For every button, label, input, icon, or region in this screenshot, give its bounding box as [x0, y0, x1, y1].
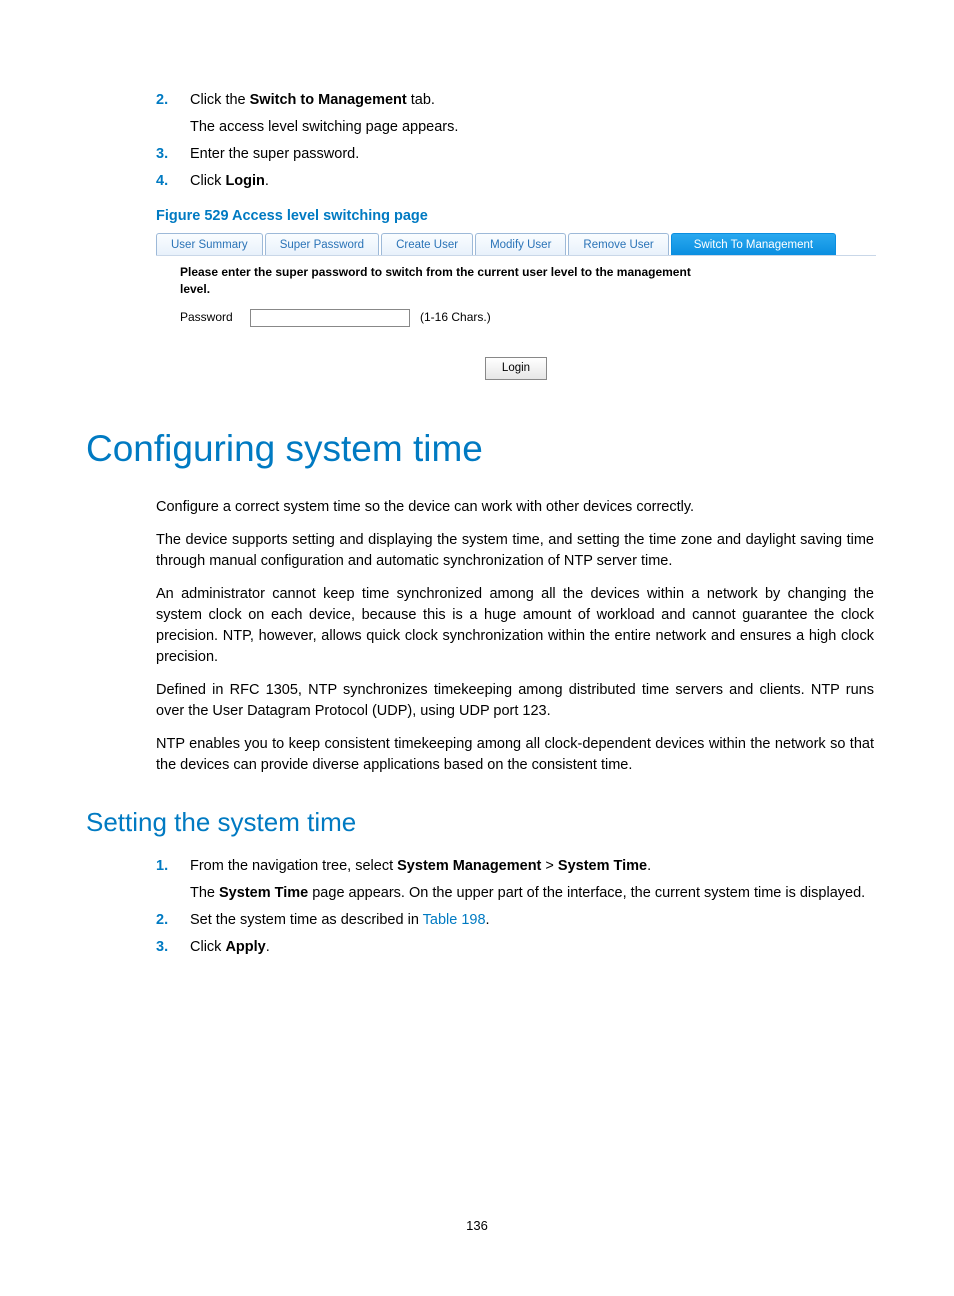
- login-button[interactable]: Login: [485, 357, 547, 380]
- page-number: 136: [0, 1217, 954, 1236]
- step-number: 1.: [156, 856, 190, 904]
- tab-switch-to-management[interactable]: Switch To Management: [671, 233, 836, 255]
- step-text: .: [266, 939, 270, 955]
- step-text: .: [265, 173, 269, 189]
- tab-bar: User Summary Super Password Create User …: [156, 233, 876, 255]
- step-subtext: The access level switching page appears.: [190, 117, 874, 138]
- step-number: 4.: [156, 171, 190, 192]
- step-text: Click: [190, 173, 225, 189]
- step-bold: Apply: [225, 939, 265, 955]
- step-4: 4. Click Login.: [156, 171, 874, 192]
- step-text: >: [541, 858, 558, 874]
- password-row: Password (1-16 Chars.): [180, 309, 876, 327]
- step-1: 1. From the navigation tree, select Syst…: [156, 856, 874, 904]
- tab-create-user[interactable]: Create User: [381, 233, 473, 255]
- tab-remove-user[interactable]: Remove User: [568, 233, 668, 255]
- step-text: .: [486, 912, 490, 928]
- step-number: 3.: [156, 144, 190, 165]
- steps-bottom: 1. From the navigation tree, select Syst…: [156, 856, 874, 958]
- step-bold: Switch to Management: [250, 92, 407, 108]
- step-bold: System Time: [558, 858, 647, 874]
- heading-setting-the-system-time: Setting the system time: [86, 804, 874, 842]
- step-sub-bold: System Time: [219, 885, 308, 901]
- tab-modify-user[interactable]: Modify User: [475, 233, 566, 255]
- step-bold: Login: [225, 173, 264, 189]
- heading-configuring-system-time: Configuring system time: [86, 422, 874, 476]
- step-3: 3. Click Apply.: [156, 937, 874, 958]
- password-input[interactable]: [250, 309, 410, 327]
- step-text: .: [647, 858, 651, 874]
- step-3: 3. Enter the super password.: [156, 144, 874, 165]
- step-bold: System Management: [397, 858, 541, 874]
- step-2: 2. Click the Switch to Management tab. T…: [156, 90, 874, 138]
- step-2: 2. Set the system time as described in T…: [156, 910, 874, 931]
- tab-user-summary[interactable]: User Summary: [156, 233, 263, 255]
- figure-529: User Summary Super Password Create User …: [156, 233, 876, 379]
- steps-top: 2. Click the Switch to Management tab. T…: [156, 90, 874, 192]
- table-198-link[interactable]: Table 198: [423, 912, 486, 928]
- password-label: Password: [180, 309, 240, 326]
- step-number: 2.: [156, 910, 190, 931]
- tab-super-password[interactable]: Super Password: [265, 233, 379, 255]
- step-text: Set the system time as described in: [190, 912, 423, 928]
- step-text: tab.: [407, 92, 435, 108]
- switch-instruction: Please enter the super password to switc…: [180, 264, 700, 299]
- step-number: 3.: [156, 937, 190, 958]
- step-number: 2.: [156, 90, 190, 138]
- step-text: Click the: [190, 92, 250, 108]
- step-subtext: The: [190, 885, 219, 901]
- step-text: From the navigation tree, select: [190, 858, 397, 874]
- step-subtext: page appears. On the upper part of the i…: [308, 885, 865, 901]
- paragraph: The device supports setting and displayi…: [156, 530, 874, 572]
- step-text: Click: [190, 939, 225, 955]
- password-hint: (1-16 Chars.): [420, 309, 491, 326]
- paragraph: Configure a correct system time so the d…: [156, 497, 874, 518]
- paragraph: NTP enables you to keep consistent timek…: [156, 734, 874, 776]
- paragraph: An administrator cannot keep time synchr…: [156, 584, 874, 668]
- paragraph: Defined in RFC 1305, NTP synchronizes ti…: [156, 680, 874, 722]
- figure-caption: Figure 529 Access level switching page: [156, 206, 874, 227]
- step-text: Enter the super password.: [190, 144, 874, 165]
